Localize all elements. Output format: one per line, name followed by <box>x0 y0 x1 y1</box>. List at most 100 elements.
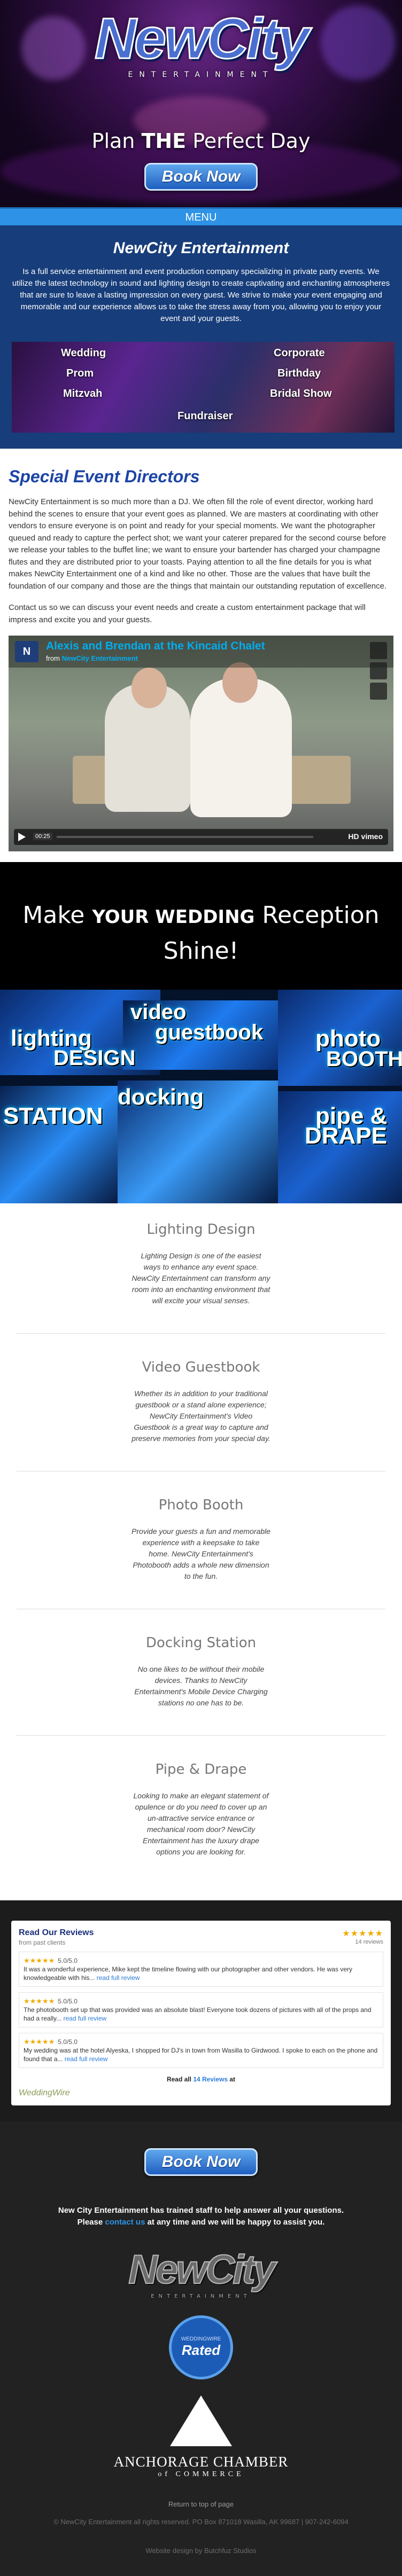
intro-body: Is a full service entertainment and even… <box>12 267 390 323</box>
hero-banner: NewCity ENTERTAINMENT Plan THE Perfect D… <box>0 0 402 207</box>
collage-word: docking <box>118 1084 204 1109</box>
feature-description: No one likes to be without their mobile … <box>134 1665 268 1707</box>
footer-logo[interactable]: NewCity ENTERTAINMENT <box>128 2247 276 2300</box>
menu-toggle[interactable]: MENU <box>0 207 402 225</box>
reviews-summary: ★★★★★ 14 reviews <box>342 1928 383 1946</box>
feature-title: Photo Booth <box>158 1497 244 1513</box>
service-label: Birthday <box>277 367 321 379</box>
back-to-top-link[interactable]: Return to top of page <box>11 2500 391 2508</box>
directors-heading: Special Event Directors <box>9 467 200 486</box>
channel-avatar[interactable]: N <box>15 641 38 662</box>
star-rating-icon: ★★★★★ <box>24 1997 55 2005</box>
feature-photo-booth: Photo Booth Provide your guests a fun an… <box>132 1497 270 1582</box>
video-byline: from NewCity Entertainment <box>46 654 138 662</box>
share-icon[interactable] <box>370 683 387 700</box>
contact-us-link[interactable]: contact us <box>105 2218 145 2227</box>
star-rating-icon: ★★★★★ <box>24 2038 55 2046</box>
directors-body: NewCity Entertainment is so much more th… <box>9 497 387 591</box>
star-rating-icon: ★★★★★ <box>24 1956 55 1964</box>
review-item: ★★★★★ 5.0/5.0 The photobooth set up that … <box>19 1992 383 2027</box>
video-progress-bar[interactable] <box>57 836 313 838</box>
review-item: ★★★★★ 5.0/5.0 My wedding was at the hotel… <box>19 2033 383 2068</box>
collage-word: guestbook <box>155 1021 264 1044</box>
video-duration: 00:25 <box>33 833 52 840</box>
reviews-subheading: from past clients <box>19 1939 66 1946</box>
feature-lighting-design: Lighting Design Lighting Design is one o… <box>132 1222 270 1306</box>
read-all-reviews: Read all 14 Reviews at <box>166 2076 236 2083</box>
review-score: 5.0/5.0 <box>58 2038 78 2046</box>
review-item: ★★★★★ 5.0/5.0 It was a wonderful experien… <box>19 1952 383 1987</box>
logo-wordmark: NewCity <box>128 2247 276 2292</box>
play-icon[interactable] <box>18 833 26 841</box>
shine-section: Make your wedding Reception Shine! <box>0 862 402 990</box>
feature-description: Provide your guests a fun and memorable … <box>132 1527 270 1580</box>
service-label: Corporate <box>274 347 325 359</box>
anchorage-chamber-logo[interactable]: ANCHORAGE CHAMBER of COMMERCE <box>11 2395 391 2479</box>
design-credit: Website design by Butchfuz Studios <box>145 2547 257 2555</box>
logo-wordmark: NewCity <box>94 6 310 71</box>
shine-heading: Make your wedding Reception Shine! <box>22 902 380 965</box>
review-score: 5.0/5.0 <box>58 1957 78 1964</box>
feature-description: Lighting Design is one of the easiest wa… <box>132 1251 270 1305</box>
features-section: Lighting Design Lighting Design is one o… <box>0 1203 402 1900</box>
reviews-header: Read Our Reviews from past clients ★★★★★… <box>19 1928 383 1946</box>
read-full-review-link[interactable]: read full review <box>63 2015 106 2022</box>
review-text: It was a wonderful experience, Mike kept… <box>24 1966 352 1982</box>
feature-description: Looking to make an elegant statement of … <box>133 1791 269 1856</box>
book-now-button[interactable]: Book Now <box>144 2148 258 2176</box>
services-banner: Wedding Corporate Prom Birthday Mitzvah … <box>12 342 395 433</box>
star-rating-icon: ★★★★★ <box>342 1929 383 1938</box>
event-directors-section: Special Event Directors NewCity Entertai… <box>0 449 402 862</box>
copyright-text: © NewCity Entertainment all rights reser… <box>53 2518 349 2526</box>
divider <box>17 1333 385 1334</box>
site-footer: Book Now New City Entertainment has trai… <box>0 2121 402 2576</box>
feature-title: Docking Station <box>145 1635 257 1651</box>
weddingwire-logo[interactable]: WeddingWire <box>19 2088 383 2098</box>
feature-pipe-drape: Pipe & Drape Looking to make an elegant … <box>132 1761 270 1858</box>
video-player[interactable]: N Alexis and Brendan at the Kincaid Chal… <box>9 636 393 851</box>
feature-description: Whether its in addition to your traditio… <box>132 1389 270 1443</box>
reviews-count[interactable]: 14 reviews <box>342 1939 383 1945</box>
book-now-button[interactable]: Book Now <box>144 163 258 191</box>
intro-section: NewCity Entertainment Is a full service … <box>0 225 402 449</box>
service-label: Mitzvah <box>63 388 103 400</box>
service-label: Bridal Show <box>270 388 332 400</box>
feature-video-guestbook: Video Guestbook Whether its in addition … <box>132 1359 270 1444</box>
intro-heading: NewCity Entertainment <box>113 239 289 257</box>
services-collage: lighting DESIGN video guestbook photo BO… <box>0 990 402 1203</box>
collage-word: video <box>130 1000 187 1024</box>
vimeo-logo[interactable]: HD vimeo <box>348 832 383 841</box>
feature-title: Pipe & Drape <box>155 1761 247 1778</box>
collage-word: BOOTH <box>326 1047 402 1071</box>
feature-docking-station: Docking Station No one likes to be witho… <box>132 1635 270 1709</box>
mountain-icon <box>170 2395 232 2446</box>
collage-word: DRAPE <box>305 1123 388 1149</box>
read-all-reviews-link[interactable]: 14 Reviews <box>193 2076 228 2083</box>
divider <box>17 1735 385 1736</box>
reviews-widget: Read Our Reviews from past clients ★★★★★… <box>11 1921 391 2105</box>
read-full-review-link[interactable]: read full review <box>97 1974 140 1982</box>
feature-title: Lighting Design <box>146 1222 256 1238</box>
collage-word: STATION <box>3 1103 103 1129</box>
reviews-heading: Read Our Reviews <box>19 1928 94 1937</box>
read-full-review-link[interactable]: read full review <box>65 2055 108 2063</box>
service-label: Prom <box>66 367 94 379</box>
directors-contact-text: Contact us so we can discuss your event … <box>9 603 366 624</box>
service-label: Fundraiser <box>177 410 233 422</box>
collage-word: DESIGN <box>53 1046 136 1070</box>
watch-later-icon[interactable] <box>370 662 387 679</box>
video-title[interactable]: Alexis and Brendan at the Kincaid Chalet <box>46 640 265 653</box>
channel-link[interactable]: NewCity Entertainment <box>62 654 138 662</box>
feature-title: Video Guestbook <box>142 1359 260 1375</box>
site-logo[interactable]: NewCity ENTERTAINMENT <box>0 6 402 79</box>
service-label: Wedding <box>61 347 106 359</box>
help-text: New City Entertainment has trained staff… <box>58 2206 344 2227</box>
weddingwire-rated-badge[interactable]: WEDDINGWIRE Rated <box>169 2315 233 2379</box>
like-icon[interactable] <box>370 642 387 659</box>
review-score: 5.0/5.0 <box>58 1998 78 2005</box>
hero-title: Plan THE Perfect Day <box>91 129 311 153</box>
menu-label: MENU <box>185 212 217 223</box>
video-side-actions <box>370 642 387 703</box>
logo-subtitle: ENTERTAINMENT <box>128 71 274 79</box>
video-controls: 00:25 HD vimeo <box>14 829 388 845</box>
